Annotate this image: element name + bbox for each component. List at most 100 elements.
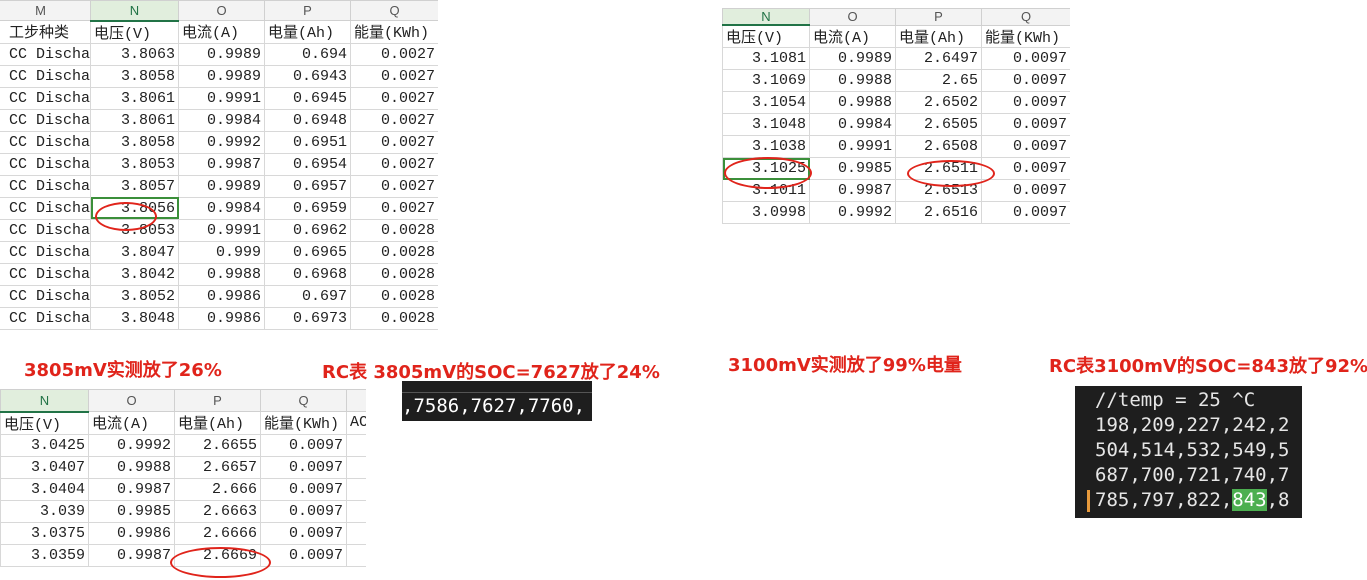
table-cell[interactable]: 0.0028 [350, 262, 438, 286]
table-cell[interactable]: 3.8058 [90, 130, 179, 154]
table-cell[interactable]: 3.0375 [0, 521, 89, 545]
table-cell[interactable]: 0.9988 [88, 455, 175, 479]
col-letter[interactable]: O [809, 8, 896, 26]
table-cell[interactable]: 3.1038 [722, 135, 810, 158]
table-cell[interactable]: 0.9987 [88, 477, 175, 501]
table-cell[interactable]: 0.0097 [260, 433, 347, 457]
table-cell[interactable]: 0.0027 [350, 64, 438, 88]
table-cell[interactable]: 2.6669 [174, 543, 261, 567]
col-letter[interactable]: P [174, 389, 261, 412]
header-cell[interactable]: 能量(KWh) [260, 411, 347, 435]
table-cell[interactable]: 0.6948 [264, 108, 351, 132]
table-cell[interactable]: CC Dischar [0, 218, 91, 242]
table-cell[interactable]: 0.9985 [88, 499, 175, 523]
table-cell[interactable] [346, 477, 366, 501]
table-cell[interactable]: 0.9988 [178, 262, 265, 286]
table-cell[interactable]: 3.8042 [90, 262, 179, 286]
table-cell[interactable]: 3.1048 [722, 113, 810, 136]
table-cell[interactable]: CC Dischar [0, 108, 91, 132]
table-cell[interactable]: 3.8061 [90, 86, 179, 110]
col-letter[interactable]: Q [260, 389, 347, 412]
table-cell[interactable]: 3.0407 [0, 455, 89, 479]
table-cell[interactable]: 0.0027 [350, 86, 438, 110]
header-cell[interactable]: 电量(Ah) [264, 20, 351, 44]
table-cell[interactable]: 0.0097 [260, 521, 347, 545]
table-cell[interactable] [346, 455, 366, 479]
table-cell[interactable]: 0.9987 [809, 179, 896, 202]
table-cell[interactable]: 0.9984 [178, 196, 265, 220]
table-cell[interactable]: 0.6957 [264, 174, 351, 198]
table-cell[interactable]: 2.6508 [895, 135, 982, 158]
col-letter[interactable]: Q [350, 0, 438, 21]
table-cell[interactable]: 0.0097 [981, 157, 1070, 180]
table-cell[interactable]: CC Dischar [0, 306, 91, 330]
table-cell[interactable]: 0.6962 [264, 218, 351, 242]
table-cell[interactable]: 0.0028 [350, 240, 438, 264]
table-cell[interactable]: 0.9989 [178, 42, 265, 66]
table-cell[interactable]: 0.0097 [981, 113, 1070, 136]
header-cell[interactable]: AC [346, 411, 366, 435]
table-cell[interactable]: 0.0027 [350, 196, 438, 220]
table-cell[interactable]: 0.9986 [178, 284, 265, 308]
table-cell[interactable]: 3.8057 [90, 174, 179, 198]
table-cell[interactable]: 0.0027 [350, 152, 438, 176]
table-cell[interactable]: 0.0027 [350, 42, 438, 66]
table-cell[interactable]: 0.0097 [260, 499, 347, 523]
header-cell[interactable]: 电流(A) [809, 24, 896, 48]
table-cell[interactable]: 3.0359 [0, 543, 89, 567]
table-cell[interactable]: 0.9992 [809, 201, 896, 224]
table-cell[interactable]: 0.9987 [88, 543, 175, 567]
table-cell[interactable]: 3.1054 [722, 91, 810, 114]
header-cell[interactable]: 电压(V) [722, 24, 810, 48]
table-cell[interactable]: 3.8058 [90, 64, 179, 88]
table-cell[interactable]: CC Dischar [0, 86, 91, 110]
table-cell[interactable]: CC Dischar [0, 64, 91, 88]
table-cell[interactable]: 0.9986 [178, 306, 265, 330]
table-cell[interactable]: 2.6497 [895, 47, 982, 70]
table-cell[interactable]: 0.6968 [264, 262, 351, 286]
table-cell[interactable] [346, 543, 366, 567]
table-cell[interactable]: 0.694 [264, 42, 351, 66]
table-cell[interactable]: CC Dischar [0, 174, 91, 198]
table-cell[interactable]: 0.9985 [809, 157, 896, 180]
table-cell[interactable]: 3.8048 [90, 306, 179, 330]
table-cell[interactable]: 0.9989 [809, 47, 896, 70]
table-cell[interactable]: 0.0097 [981, 91, 1070, 114]
table-cell[interactable]: 0.9984 [178, 108, 265, 132]
table-cell[interactable]: 3.1069 [722, 69, 810, 92]
table-cell[interactable]: 2.6516 [895, 201, 982, 224]
table-cell[interactable]: 0.0097 [981, 47, 1070, 70]
table-cell[interactable]: 0.9992 [178, 130, 265, 154]
table-cell[interactable]: 0.9988 [809, 69, 896, 92]
table-cell[interactable]: 0.999 [178, 240, 265, 264]
table-cell[interactable] [346, 521, 366, 545]
table-cell[interactable]: 0.9991 [809, 135, 896, 158]
table-cell[interactable]: 0.6954 [264, 152, 351, 176]
table-cell[interactable]: 0.0097 [981, 69, 1070, 92]
table-cell[interactable]: 0.6959 [264, 196, 351, 220]
col-letter[interactable]: N [722, 8, 810, 26]
table-cell[interactable]: 2.6655 [174, 433, 261, 457]
table-cell[interactable]: 0.0097 [981, 135, 1070, 158]
header-cell[interactable]: 电流(A) [88, 411, 175, 435]
table-cell[interactable]: 3.0404 [0, 477, 89, 501]
table-cell[interactable]: 0.0028 [350, 306, 438, 330]
col-letter[interactable]: Q [981, 8, 1070, 26]
table-cell[interactable] [346, 499, 366, 523]
table-cell[interactable]: 2.6511 [895, 157, 982, 180]
table-cell[interactable]: 0.0097 [260, 477, 347, 501]
table-cell[interactable]: 2.666 [174, 477, 261, 501]
table-cell[interactable]: 0.9984 [809, 113, 896, 136]
table-cell[interactable]: 3.8052 [90, 284, 179, 308]
table-cell[interactable]: 3.0998 [722, 201, 810, 224]
table-cell[interactable]: 3.8047 [90, 240, 179, 264]
header-cell[interactable]: 能量(KWh) [350, 20, 438, 44]
table-cell[interactable]: 3.0425 [0, 433, 89, 457]
table-cell[interactable]: CC Dischar [0, 240, 91, 264]
table-cell[interactable]: CC Dischar [0, 262, 91, 286]
header-cell[interactable]: 能量(KWh) [981, 24, 1070, 48]
table-cell[interactable]: 3.8063 [90, 42, 179, 66]
table-cell[interactable]: 2.6666 [174, 521, 261, 545]
table-cell[interactable]: 0.6951 [264, 130, 351, 154]
header-cell[interactable]: 电量(Ah) [895, 24, 982, 48]
